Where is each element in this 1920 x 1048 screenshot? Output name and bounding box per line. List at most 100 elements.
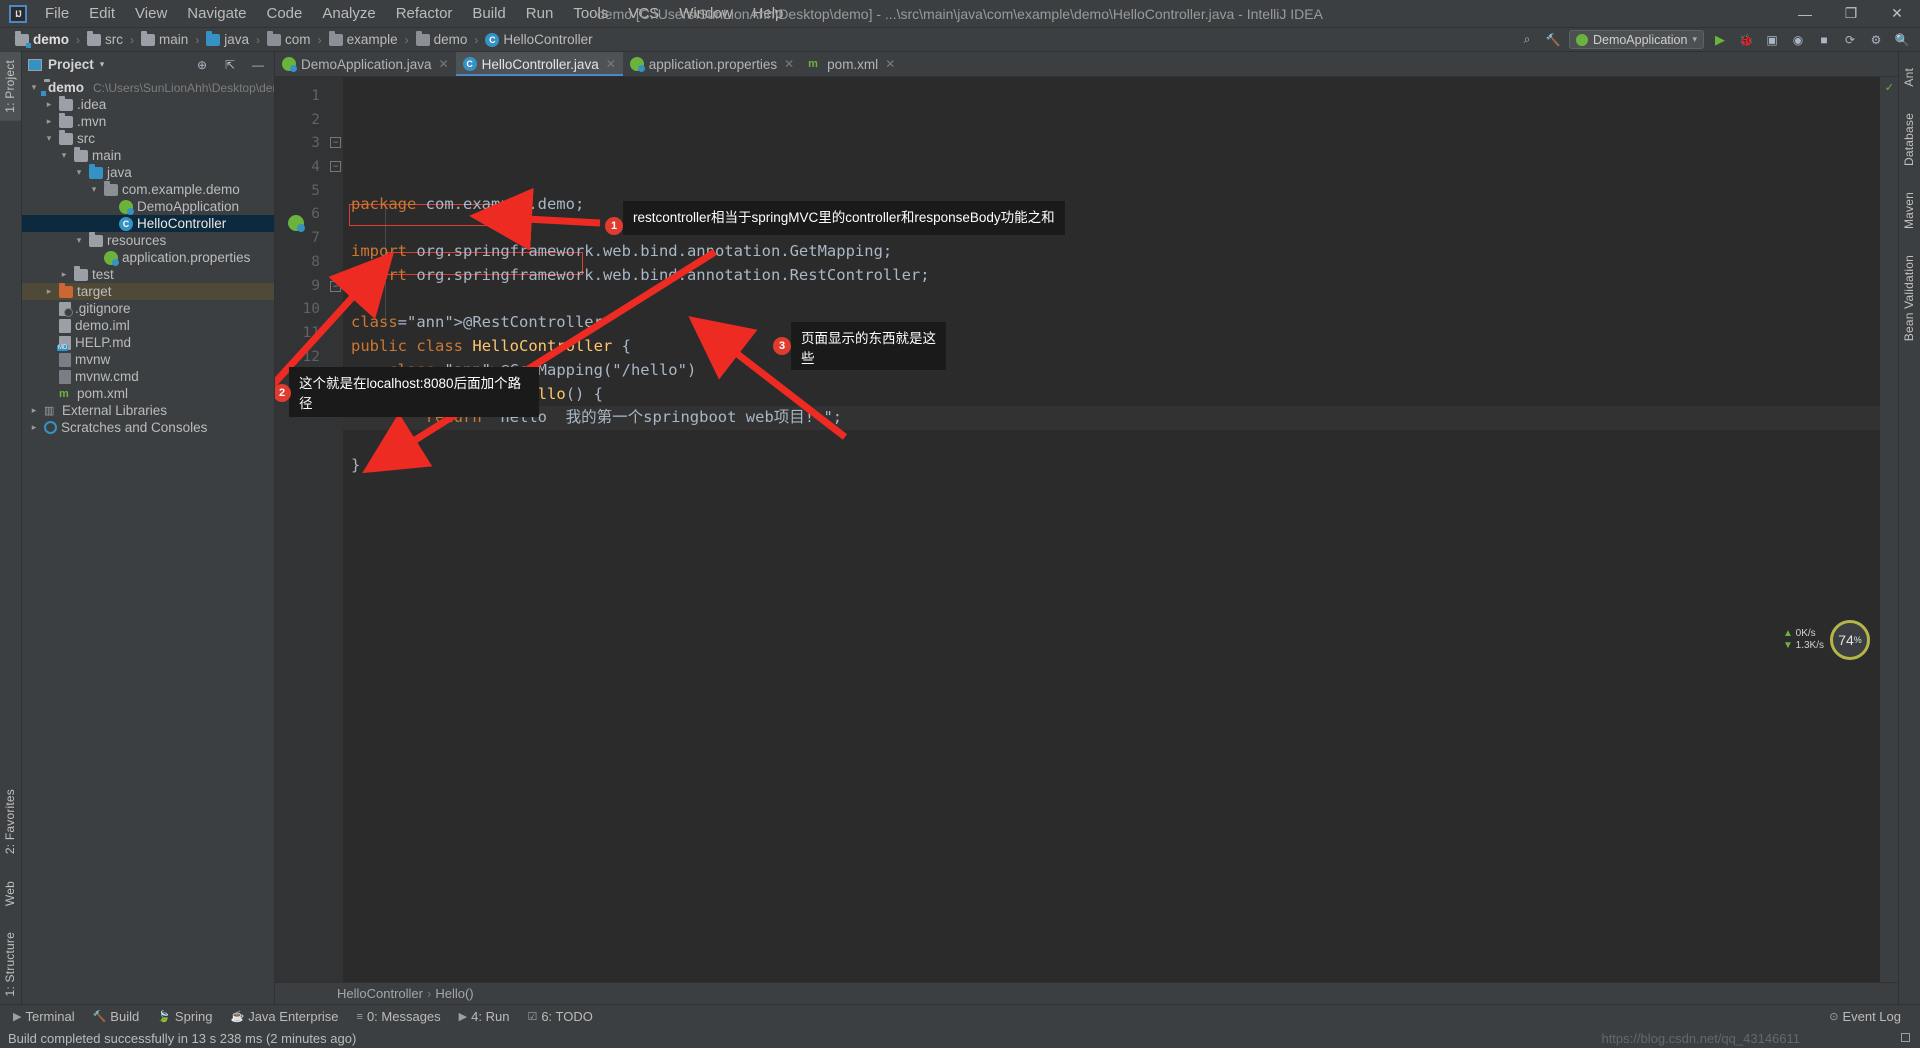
minimize-button[interactable]: —: [1782, 0, 1828, 28]
code-line[interactable]: package com.example.demo;: [343, 193, 1880, 217]
fold-marker-method[interactable]: −: [330, 281, 341, 292]
tree-node-application-properties[interactable]: application.properties: [22, 249, 274, 266]
editor-tab-application-properties[interactable]: application.properties ✕: [623, 52, 801, 76]
rail-item-maven[interactable]: Maven: [1899, 184, 1920, 237]
collapse-all-icon[interactable]: ⇱: [220, 55, 240, 75]
breadcrumb-src[interactable]: src: [84, 30, 126, 48]
status-memory-widget[interactable]: ▲ 0K/s ▼ 1.3K/s 74%: [1783, 620, 1870, 660]
tree-node-java[interactable]: ▾ java: [22, 163, 274, 181]
menu-run[interactable]: Run: [516, 2, 564, 25]
menu-edit[interactable]: Edit: [79, 2, 125, 25]
tree-twisty-icon[interactable]: ▸: [43, 99, 55, 110]
run-with-coverage-icon[interactable]: ▣: [1762, 30, 1782, 50]
maximize-button[interactable]: ❐: [1828, 0, 1874, 28]
bottom-tool-java-enterprise[interactable]: ☕ Java Enterprise: [222, 1007, 348, 1026]
tree-node-scratches-and-consoles[interactable]: ▸ Scratches and Consoles: [22, 419, 274, 436]
rail-item-bean-validation[interactable]: Bean Validation: [1899, 247, 1920, 349]
search-everywhere-icon[interactable]: ⌕: [1517, 30, 1537, 50]
event-log-button[interactable]: ⊙ Event Log: [1820, 1007, 1910, 1026]
tree-twisty-icon[interactable]: ▾: [28, 82, 40, 93]
rail-item-ant[interactable]: Ant: [1899, 60, 1920, 95]
bottom-tool-build[interactable]: 🔨 Build: [84, 1007, 149, 1026]
code-line[interactable]: }: [343, 454, 1880, 478]
tree-node-demo-iml[interactable]: demo.iml: [22, 317, 274, 334]
close-tab-icon[interactable]: ✕: [606, 57, 616, 71]
fold-marker-imports[interactable]: −: [330, 137, 341, 148]
menu-navigate[interactable]: Navigate: [177, 2, 256, 25]
tree-twisty-icon[interactable]: ▸: [28, 405, 40, 416]
tree-node-demoapplication[interactable]: DemoApplication: [22, 198, 274, 215]
breadcrumb-com[interactable]: com: [264, 30, 314, 48]
code-line[interactable]: public String Hello() {: [343, 383, 1880, 407]
breadcrumb-demo-pkg[interactable]: demo: [413, 30, 471, 48]
tree-node-mvnw-cmd[interactable]: mvnw.cmd: [22, 368, 274, 385]
run-icon[interactable]: ▶: [1710, 30, 1730, 50]
tree-twisty-icon[interactable]: ▸: [43, 116, 55, 127]
bottom-tool-spring[interactable]: 🍃 Spring: [148, 1007, 221, 1026]
tree-node-demo[interactable]: ▾ demo C:\Users\SunLionAhh\Desktop\demo: [22, 78, 274, 96]
breadcrumb-main[interactable]: main: [138, 30, 191, 48]
close-button[interactable]: ✕: [1874, 0, 1920, 28]
tree-node-com-example-demo[interactable]: ▾ com.example.demo: [22, 180, 274, 198]
project-tree[interactable]: ▾ demo C:\Users\SunLionAhh\Desktop\demo ▸ .i…: [22, 77, 274, 1004]
tree-twisty-icon[interactable]: ▾: [73, 167, 85, 178]
bottom-tool-terminal[interactable]: ▶ Terminal: [4, 1007, 84, 1026]
stop-icon[interactable]: ■: [1814, 30, 1834, 50]
tree-node-target[interactable]: ▸ target: [22, 282, 274, 300]
menu-refactor[interactable]: Refactor: [386, 2, 463, 25]
chevron-down-icon[interactable]: ▾: [100, 59, 105, 70]
code-line[interactable]: [343, 288, 1880, 312]
close-tab-icon[interactable]: ✕: [439, 57, 449, 71]
tree-node-mvnw[interactable]: mvnw: [22, 351, 274, 368]
rail-item-database[interactable]: Database: [1899, 105, 1920, 174]
tree-twisty-icon[interactable]: ▾: [58, 150, 70, 161]
breadcrumb-demo[interactable]: demo: [12, 30, 72, 48]
profile-icon[interactable]: ◉: [1788, 30, 1808, 50]
breadcrumb-hellocontroller[interactable]: C HelloController: [482, 31, 595, 48]
code-line[interactable]: public class HelloController {: [343, 335, 1880, 359]
hide-panel-icon[interactable]: —: [248, 55, 268, 75]
menu-code[interactable]: Code: [256, 2, 312, 25]
tree-node-help-md[interactable]: HELP.md: [22, 334, 274, 351]
code-line[interactable]: class="ann">@GetMapping("/hello"): [343, 359, 1880, 383]
code-folding-bar[interactable]: − − −: [288, 77, 343, 982]
menu-vcs[interactable]: VCS: [618, 2, 669, 25]
spring-bean-gutter-icon[interactable]: [288, 215, 305, 232]
tree-node--gitignore[interactable]: .gitignore: [22, 300, 274, 317]
code-editor[interactable]: 12345678910111213 − − − package com.exam…: [275, 77, 1898, 982]
tree-node-main[interactable]: ▾ main: [22, 146, 274, 164]
breadcrumb-example[interactable]: example: [326, 30, 401, 48]
rail-item-web[interactable]: Web: [0, 873, 21, 914]
code-content[interactable]: package com.example.demo; import org.spri…: [343, 77, 1880, 982]
menu-analyze[interactable]: Analyze: [312, 2, 385, 25]
tree-node-resources[interactable]: ▾ resources: [22, 231, 274, 249]
bottom-tool-4-run[interactable]: ▶ 4: Run: [450, 1007, 519, 1026]
close-tab-icon[interactable]: ✕: [784, 57, 794, 71]
breadcrumb-java[interactable]: java: [203, 30, 252, 48]
tree-node--mvn[interactable]: ▸ .mvn: [22, 112, 274, 130]
code-line[interactable]: class="ann">@RestController: [343, 311, 1880, 335]
tree-twisty-icon[interactable]: ▾: [43, 133, 55, 144]
tree-twisty-icon[interactable]: ▸: [58, 269, 70, 280]
editor-tab-bar[interactable]: DemoApplication.java ✕ C HelloController.ja…: [275, 52, 1898, 77]
update-project-icon[interactable]: ⟳: [1840, 30, 1860, 50]
fold-marker-import2[interactable]: −: [330, 161, 341, 172]
tree-node-test[interactable]: ▸ test: [22, 265, 274, 283]
editor-breadcrumb-class[interactable]: HelloController: [337, 986, 423, 1001]
close-tab-icon[interactable]: ✕: [885, 57, 895, 71]
menu-view[interactable]: View: [125, 2, 177, 25]
menu-build[interactable]: Build: [462, 2, 515, 25]
search-icon[interactable]: 🔍: [1892, 30, 1912, 50]
bottom-tool-6-todo[interactable]: ☑ 6: TODO: [518, 1007, 601, 1026]
menu-tools[interactable]: Tools: [563, 2, 618, 25]
code-line[interactable]: return "hello 我的第一个springboot web项目! ";: [343, 406, 1880, 430]
debug-icon[interactable]: 🐞: [1736, 30, 1756, 50]
locate-target-icon[interactable]: ⊕: [192, 55, 212, 75]
lock-indicator-icon[interactable]: [1901, 1033, 1910, 1042]
tree-node-hellocontroller[interactable]: C HelloController: [22, 215, 274, 232]
tree-twisty-icon[interactable]: ▾: [88, 184, 100, 195]
editor-tab-pom-xml[interactable]: m pom.xml ✕: [801, 52, 902, 76]
build-hammer-icon[interactable]: 🔨: [1543, 30, 1563, 50]
editor-tab-demoapplication-java[interactable]: DemoApplication.java ✕: [275, 52, 456, 76]
menu-help[interactable]: Help: [743, 2, 794, 25]
